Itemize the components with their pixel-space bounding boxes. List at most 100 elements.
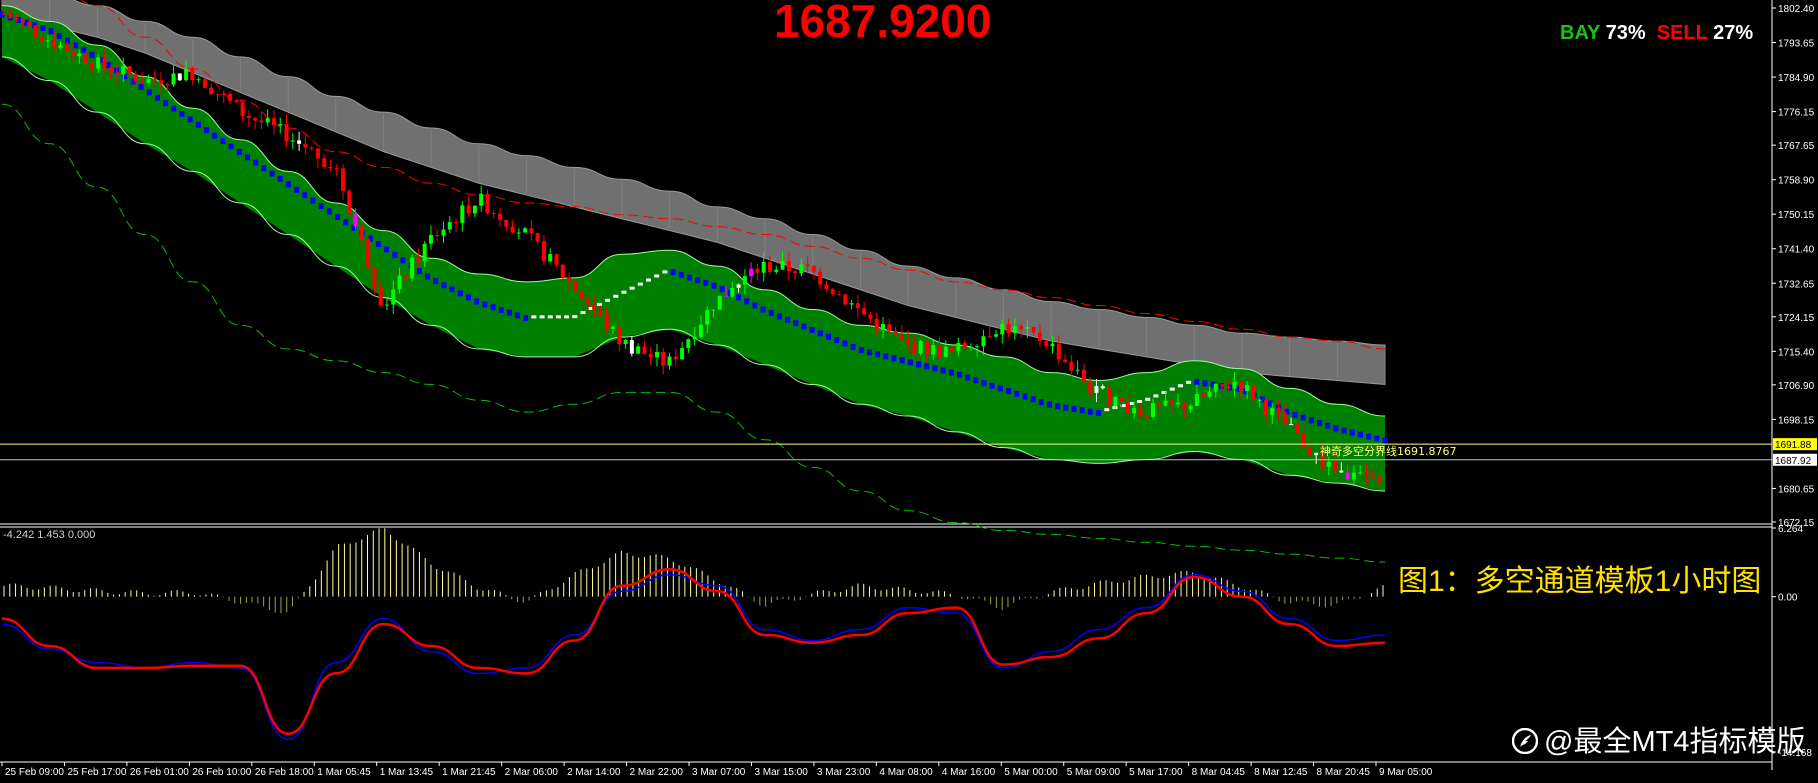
candle-body: [1282, 412, 1287, 425]
candle-body: [510, 226, 515, 233]
candle-body: [642, 346, 647, 354]
candle-body: [849, 303, 854, 305]
candle-body: [158, 79, 163, 85]
current-price-tag-text: 1687.92: [1775, 456, 1812, 467]
midline-signal-dot: [997, 385, 1003, 392]
midline-signal-dot: [416, 268, 422, 275]
midline-signal-dot: [449, 286, 455, 293]
price-axis-label: 1776.15: [1778, 108, 1815, 119]
candle-body: [271, 118, 276, 126]
candle-body: [962, 343, 967, 349]
candle-body: [780, 261, 785, 270]
price-axis-label: 1784.90: [1778, 73, 1815, 84]
candle-body: [416, 257, 421, 262]
candle-body: [45, 40, 50, 42]
candle-body: [1307, 447, 1312, 456]
midline-signal-dot: [744, 298, 750, 305]
time-axis-label: 9 Mar 05:00: [1379, 767, 1433, 778]
price-chart[interactable]: 神奇多空分界线1691.8767 1691.88 1687.92 1802.40 179…: [0, 0, 1818, 783]
candle-body: [58, 44, 63, 48]
candle-body: [1333, 462, 1338, 471]
candle-body: [698, 324, 703, 337]
candle-body: [636, 346, 641, 354]
candle-body: [1138, 408, 1143, 416]
price-axis-label: 1706.90: [1778, 381, 1815, 392]
midline-signal-dot: [228, 143, 234, 150]
candle-body: [1245, 384, 1250, 392]
midline-signal-dot: [1374, 435, 1380, 442]
midline-signal-dot: [645, 278, 651, 282]
price-axis-label: 1750.15: [1778, 210, 1815, 221]
candle-body: [516, 232, 521, 234]
candle-body: [1295, 424, 1300, 433]
time-axis-label: 1 Mar 05:45: [317, 767, 371, 778]
candle-body: [1226, 386, 1231, 389]
candle-body: [899, 334, 904, 340]
candle-body: [880, 324, 885, 330]
candle-body: [146, 78, 151, 83]
candle-body: [994, 334, 999, 337]
candle-body: [1351, 472, 1356, 480]
midline-signal-dot: [1349, 429, 1355, 436]
midline-signal-dot: [531, 315, 537, 319]
candle-body: [667, 356, 672, 366]
candle-body: [924, 341, 929, 355]
candle-body: [1326, 462, 1331, 467]
midline-signal-dot: [1308, 417, 1314, 424]
candle-body: [1119, 396, 1124, 402]
level-price-tag-text: 1691.88: [1775, 440, 1812, 451]
midline-signal-dot: [662, 270, 668, 274]
midline-signal-dot: [490, 304, 496, 311]
midline-signal-dot: [1366, 433, 1372, 440]
midline-signal-dot: [956, 371, 962, 378]
candle-body: [724, 295, 729, 297]
midline-signal-dot: [1046, 401, 1052, 408]
midline-signal-dot: [1186, 380, 1192, 384]
candle-body: [14, 18, 19, 20]
midline-signal-dot: [809, 326, 815, 333]
time-axis-label: 26 Feb 01:00: [130, 767, 189, 778]
midline-signal-dot: [384, 246, 390, 253]
midline-signal-dot: [40, 25, 46, 32]
candle-body: [77, 53, 82, 57]
candle-body: [391, 289, 396, 305]
chart-window: 神奇多空分界线1691.8767 1691.88 1687.92 1802.40 179…: [0, 0, 1818, 783]
candle-body: [422, 243, 427, 262]
midline-signal-dot: [171, 105, 177, 112]
candle-body: [1238, 381, 1243, 392]
candle-body: [1088, 382, 1093, 393]
candle-body: [1314, 452, 1319, 456]
candle-body: [617, 326, 622, 345]
candle-body: [611, 326, 616, 330]
midline-signal-dot: [261, 165, 267, 172]
candle-body: [1025, 327, 1030, 329]
candle-body: [140, 81, 145, 83]
candle-body: [384, 304, 389, 306]
midline-signal-dot: [1169, 387, 1175, 391]
price-axis-label: 1698.15: [1778, 415, 1815, 426]
candle-body: [1201, 394, 1206, 397]
midline-signal-dot: [1341, 427, 1347, 434]
midline-signal-dot: [899, 357, 905, 364]
midline-signal-dot: [64, 37, 70, 44]
candle-body: [2, 13, 6, 15]
midline-signal-dot: [1153, 394, 1159, 398]
candle-body: [717, 295, 722, 310]
candle-body: [460, 205, 465, 224]
candle-body: [573, 281, 578, 291]
candle-body: [133, 74, 138, 82]
midline-signal-dot: [891, 355, 897, 362]
midline-signal-dot: [163, 100, 169, 107]
candle-body: [108, 67, 113, 73]
candle-body: [523, 228, 528, 233]
candle-body: [1370, 476, 1375, 478]
midline-signal-dot: [400, 257, 406, 264]
time-axis-label: 3 Mar 07:00: [692, 767, 746, 778]
time-axis-label: 1 Mar 13:45: [380, 767, 434, 778]
figure-caption: 图1：多空通道模板1小时图: [1398, 565, 1762, 598]
candle-body: [39, 36, 44, 42]
time-axis-label: 2 Mar 14:00: [567, 767, 621, 778]
time-axis-label: 3 Mar 23:00: [817, 767, 871, 778]
candle-body: [322, 158, 327, 167]
candle-body: [1276, 407, 1281, 413]
